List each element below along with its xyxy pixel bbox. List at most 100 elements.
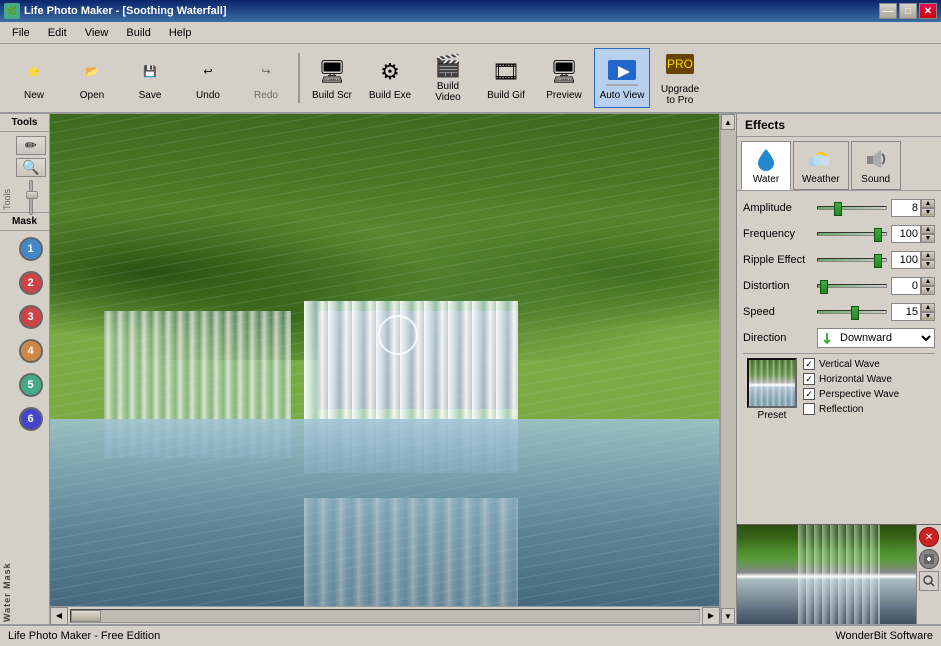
app-icon: 🌿	[4, 3, 20, 19]
speed-input[interactable]	[891, 303, 921, 321]
menu-view[interactable]: View	[77, 25, 117, 41]
distortion-down[interactable]: ▼	[921, 286, 935, 295]
build-gif-button[interactable]: 🎞 Build Gif	[478, 48, 534, 108]
status-bar: Life Photo Maker - Free Edition WonderBi…	[0, 624, 941, 646]
undo-button[interactable]: ↩ Undo	[180, 48, 236, 108]
mask-item-5[interactable]: 5	[16, 370, 46, 400]
scroll-track[interactable]	[70, 609, 700, 623]
save-icon: 💾	[134, 56, 166, 88]
toolbar: ⭐ New 📂 Open 💾 Save ↩ Undo ↪ Redo 🖥 Buil…	[0, 44, 941, 114]
mask-item-6[interactable]: 6	[16, 404, 46, 434]
reflection-checkbox[interactable]	[803, 403, 815, 415]
undo-icon: ↩	[192, 56, 224, 88]
auto-view-button[interactable]: Auto View	[594, 48, 650, 108]
amplitude-up[interactable]: ▲	[921, 199, 935, 208]
maximize-button[interactable]: □	[899, 3, 917, 19]
speed-slider[interactable]	[817, 305, 887, 319]
ripple-effect-slider[interactable]	[817, 253, 887, 267]
menu-build[interactable]: Build	[118, 25, 158, 41]
menu-file[interactable]: File	[4, 25, 38, 41]
thumb-delete-button[interactable]: ✕	[919, 527, 939, 547]
circle-cursor	[378, 315, 418, 355]
menu-help[interactable]: Help	[161, 25, 200, 41]
menu-edit[interactable]: Edit	[40, 25, 75, 41]
frequency-down[interactable]: ▼	[921, 234, 935, 243]
frequency-label: Frequency	[743, 228, 813, 240]
thumb-action-button[interactable]	[919, 549, 939, 569]
status-right: WonderBit Software	[835, 630, 933, 642]
mask-item-3[interactable]: 3	[16, 302, 46, 332]
canvas-area[interactable]	[50, 114, 720, 606]
ripple-input[interactable]	[891, 251, 921, 269]
ripple-down[interactable]: ▼	[921, 260, 935, 269]
preset-label-container: Preset	[747, 358, 797, 421]
speed-up[interactable]: ▲	[921, 303, 935, 312]
waterfall-scene	[50, 114, 719, 606]
open-button[interactable]: 📂 Open	[64, 48, 120, 108]
build-scr-button[interactable]: 🖥 Build Scr	[304, 48, 360, 108]
vertical-wave-label: Vertical Wave	[819, 359, 880, 370]
direction-select[interactable]: Downward Upward Left Right	[836, 329, 934, 347]
build-exe-button[interactable]: ⚙ Build Exe	[362, 48, 418, 108]
magnify-tool[interactable]: 🔍	[16, 158, 46, 177]
vertical-wave-checkbox[interactable]	[803, 358, 815, 370]
weather-tab-icon	[808, 146, 834, 172]
frequency-slider[interactable]	[817, 227, 887, 241]
mask-item-2[interactable]: 2	[16, 268, 46, 298]
scroll-left-button[interactable]: ◀	[50, 607, 68, 625]
menu-bar: File Edit View Build Help	[0, 22, 941, 44]
v-scroll-track[interactable]	[721, 130, 736, 608]
frequency-up[interactable]: ▲	[921, 225, 935, 234]
upgrade-button[interactable]: PRO Upgrade to Pro	[652, 48, 708, 108]
new-button[interactable]: ⭐ New	[6, 48, 62, 108]
app-title: Life Photo Maker - [Soothing Waterfall]	[24, 5, 226, 17]
close-button[interactable]: ✕	[919, 3, 937, 19]
frequency-thumb[interactable]	[874, 228, 882, 242]
save-button[interactable]: 💾 Save	[122, 48, 178, 108]
distortion-row: Distortion ▲ ▼	[743, 275, 935, 297]
slider-tool[interactable]	[16, 180, 46, 215]
scroll-up-button[interactable]: ▲	[721, 114, 735, 130]
amplitude-row: Amplitude ▲ ▼	[743, 197, 935, 219]
amplitude-thumb[interactable]	[834, 202, 842, 216]
distortion-slider[interactable]	[817, 279, 887, 293]
speed-down[interactable]: ▼	[921, 312, 935, 321]
amplitude-input[interactable]	[891, 199, 921, 217]
ripple-up[interactable]: ▲	[921, 251, 935, 260]
mask-item-1[interactable]: 1	[16, 234, 46, 264]
amplitude-down[interactable]: ▼	[921, 208, 935, 217]
tab-water[interactable]: Water	[741, 141, 791, 190]
frequency-spinners: ▲ ▼	[921, 225, 935, 243]
distortion-input[interactable]	[891, 277, 921, 295]
perspective-wave-checkbox[interactable]	[803, 388, 815, 400]
svg-text:PRO: PRO	[667, 57, 693, 71]
preview-icon: 🖥	[548, 56, 580, 88]
ripple-spinners: ▲ ▼	[921, 251, 935, 269]
mask-items: 1 2 3 4 5 6	[12, 231, 49, 624]
scroll-down-button[interactable]: ▼	[721, 608, 735, 624]
mask-item-4[interactable]: 4	[16, 336, 46, 366]
speed-thumb[interactable]	[851, 306, 859, 320]
distortion-up[interactable]: ▲	[921, 277, 935, 286]
tab-weather[interactable]: Weather	[793, 141, 849, 190]
distortion-thumb[interactable]	[820, 280, 828, 294]
vertical-scrollbar[interactable]: ▲ ▼	[720, 114, 736, 624]
tab-sound[interactable]: Sound	[851, 141, 901, 190]
pencil-tool[interactable]: ✏	[16, 136, 46, 155]
horizontal-scrollbar[interactable]: ◀ ▶	[50, 606, 720, 624]
sound-tab-label: Sound	[861, 174, 890, 185]
build-video-button[interactable]: 🎬 Build Video	[420, 48, 476, 108]
scroll-thumb[interactable]	[71, 610, 101, 622]
amplitude-slider[interactable]	[817, 201, 887, 215]
minimize-button[interactable]: —	[879, 3, 897, 19]
tools-vertical-label: Tools	[0, 132, 12, 212]
frequency-input[interactable]	[891, 225, 921, 243]
redo-button[interactable]: ↪ Redo	[238, 48, 294, 108]
preview-button[interactable]: 🖥 Preview	[536, 48, 592, 108]
ripple-thumb[interactable]	[874, 254, 882, 268]
horizontal-wave-checkbox[interactable]	[803, 373, 815, 385]
perspective-wave-row: Perspective Wave	[803, 388, 931, 400]
thumb-zoom-button[interactable]	[919, 571, 939, 591]
new-icon: ⭐	[18, 56, 50, 88]
scroll-right-button[interactable]: ▶	[702, 607, 720, 625]
